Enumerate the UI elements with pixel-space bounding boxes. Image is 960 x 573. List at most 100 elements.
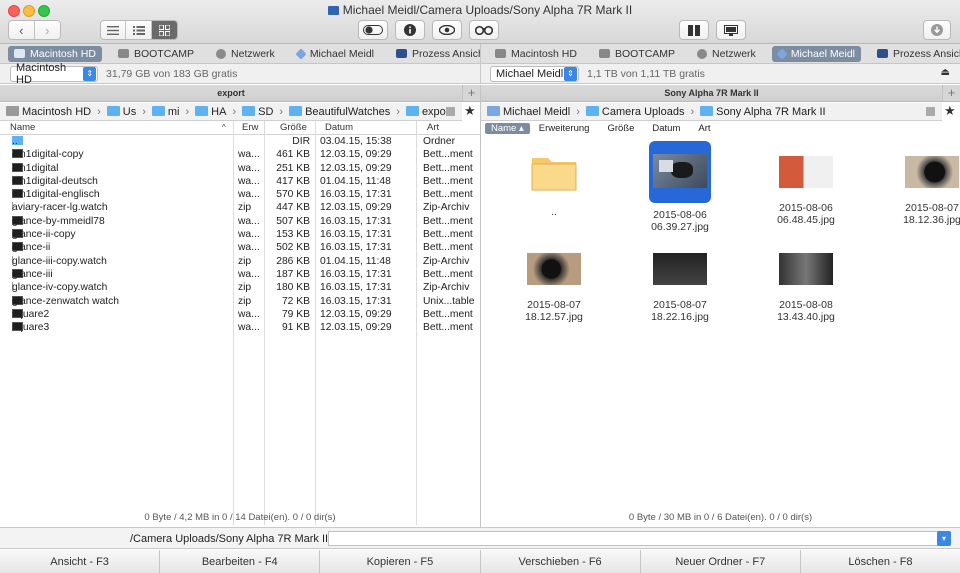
table-row[interactable]: glance-zenwatch watch zip 72 KB 16.03.15, 1…: [0, 295, 480, 309]
thumbnail-item[interactable]: ..: [499, 138, 609, 218]
fkey-button-7[interactable]: Neuer Ordner - F7: [641, 550, 801, 573]
file-name: ..: [12, 136, 18, 147]
drive-select-right[interactable]: Michael Meidl ⇕: [490, 65, 579, 82]
thumbnail-item[interactable]: 2015-08-08 13.43.40.jpg: [751, 235, 861, 323]
table-row[interactable]: square3 wa... 91 KB 12.03.15, 09:29 Bett...m…: [0, 322, 480, 335]
volume-macintosh-hd[interactable]: Macintosh HD: [8, 45, 102, 62]
column-date[interactable]: Datum: [325, 122, 353, 133]
table-row[interactable]: 6in1digital-englisch wa... 570 KB 16.03.15,…: [0, 189, 480, 202]
table-row[interactable]: 4in1digital-copy wa... 461 KB 12.03.15, 09:…: [0, 149, 480, 162]
table-row[interactable]: glance-iii wa... 187 KB 16.03.15, 17:31 Bett…: [0, 268, 480, 282]
fkey-button-3[interactable]: Ansicht - F3: [0, 550, 161, 573]
breadcrumb-item[interactable]: Camera Uploads: [585, 105, 684, 118]
breadcrumb-item[interactable]: Michael Meidl: [487, 105, 570, 118]
info-icon[interactable]: [395, 20, 425, 40]
file-date: 12.03.15, 09:29: [320, 202, 392, 214]
split-icon[interactable]: [679, 20, 709, 40]
drive-select-left[interactable]: Macintosh HD ⇕: [10, 62, 98, 86]
tab-left-label: export: [217, 88, 245, 98]
volume-netzwerk[interactable]: Netzwerk: [691, 46, 762, 62]
grid-icon[interactable]: [151, 21, 177, 39]
tab-right[interactable]: Sony Alpha 7R Mark II: [480, 85, 942, 102]
file-name: square2: [12, 308, 50, 320]
table-row[interactable]: glance-ii-copy wa... 153 KB 16.03.15, 17:31…: [0, 229, 480, 242]
thumbnail-label-date: 2015-08-07: [527, 299, 581, 311]
column-name[interactable]: Name: [10, 122, 35, 133]
table-row[interactable]: aviary-racer-lg.watch zip 447 KB 12.03.15, …: [0, 202, 480, 215]
favorite-star-icon[interactable]: ★: [944, 103, 956, 119]
sort-2[interactable]: Größe: [598, 123, 643, 134]
command-input[interactable]: [328, 531, 938, 546]
toggle-icon[interactable]: [358, 20, 388, 40]
table-row[interactable]: square2 wa... 79 KB 12.03.15, 09:29 Bett...m…: [0, 308, 480, 322]
list-icon[interactable]: [101, 21, 127, 39]
breadcrumb-item[interactable]: HA: [195, 105, 226, 118]
column-ext[interactable]: Erw: [242, 122, 258, 133]
volume-prozess-ansicht[interactable]: Prozess Ansicht: [390, 46, 493, 62]
file-size: 180 KB: [276, 282, 310, 294]
thumbnail-item[interactable]: 2015-08-06 06.39.27.jpg: [625, 138, 735, 233]
volume-bar-right: Macintosh HD BOOTCAMP Netzwerk Michael Meid…: [480, 44, 960, 64]
sort-4[interactable]: Art: [689, 123, 719, 134]
thumbnail-label-date: 2015-08-07: [905, 202, 959, 214]
square-icon[interactable]: [446, 107, 455, 116]
file-kind: Bett...ment: [423, 175, 473, 187]
thumbnail-item[interactable]: 2015-08-07 18.12.57.jpg: [499, 235, 609, 323]
breadcrumb-label: mi: [167, 105, 180, 118]
column-size[interactable]: Größe: [280, 122, 307, 133]
thumbnail-item[interactable]: 2015-08-07 18.22.16.jpg: [625, 235, 735, 323]
breadcrumb-item[interactable]: BeautifulWatches: [289, 105, 390, 118]
fkey-button-6[interactable]: Verschieben - F6: [481, 550, 641, 573]
add-tab-left-button[interactable]: +: [462, 85, 480, 102]
volume-prozess-ansicht[interactable]: Prozess Ansicht: [871, 46, 960, 62]
view-mode-segment: [100, 20, 178, 40]
detail-icon[interactable]: [126, 21, 152, 39]
display-icon[interactable]: [716, 20, 746, 40]
tab-right-label: Sony Alpha 7R Mark II: [664, 88, 759, 98]
table-row[interactable]: 6in1digital-deutsch wa... 417 KB 01.04.15, …: [0, 175, 480, 189]
volume-michael-meidl[interactable]: Michael Meidl: [771, 45, 862, 62]
command-dropdown-icon[interactable]: ▾: [937, 531, 951, 546]
download-icon[interactable]: [923, 20, 951, 40]
forward-icon[interactable]: ›: [34, 21, 60, 39]
breadcrumb-item[interactable]: mi: [151, 105, 180, 118]
column-kind[interactable]: Art: [427, 122, 439, 133]
table-row[interactable]: glance-iv-copy.watch zip 180 KB 16.03.15, 1…: [0, 282, 480, 295]
table-row[interactable]: .. DIR 03.04.15, 15:38 Ordner: [0, 136, 480, 149]
user-icon: [776, 47, 788, 60]
add-tab-right-button[interactable]: +: [942, 85, 960, 102]
table-row[interactable]: glance-iii-copy.watch zip 286 KB 01.04.15, …: [0, 255, 480, 269]
breadcrumb-item[interactable]: SD: [242, 105, 273, 118]
eject-icon[interactable]: ⏏: [941, 67, 950, 78]
eye-icon[interactable]: [432, 20, 462, 40]
table-row[interactable]: 4in1digital wa... 251 KB 12.03.15, 09:29 Bet…: [0, 162, 480, 176]
sort-3[interactable]: Datum: [643, 123, 689, 134]
breadcrumb-item[interactable]: Us: [106, 105, 136, 118]
file-size: 502 KB: [276, 242, 310, 254]
drive-bar-right: Michael Meidl ⇕ 1,1 TB von 1,11 TB grati…: [480, 64, 960, 84]
volume-bootcamp[interactable]: BOOTCAMP: [593, 46, 681, 62]
volume-netzwerk[interactable]: Netzwerk: [210, 46, 281, 62]
sort-1[interactable]: Erweiterung: [530, 123, 599, 134]
favorite-star-icon[interactable]: ★: [464, 103, 476, 119]
file-ext: wa...: [238, 215, 260, 227]
file-date: 16.03.15, 17:31: [320, 282, 392, 294]
fkey-button-5[interactable]: Kopieren - F5: [320, 550, 481, 573]
table-row[interactable]: glance-by-mmeidl78 wa... 507 KB 16.03.15, 1…: [0, 215, 480, 229]
volume-bootcamp[interactable]: BOOTCAMP: [112, 46, 200, 62]
back-icon[interactable]: ‹: [9, 21, 35, 39]
thumbnail-item[interactable]: 2015-08-07 18.12.36.jpg: [877, 138, 960, 226]
tab-left[interactable]: export: [0, 85, 462, 102]
volume-macintosh-hd[interactable]: Macintosh HD: [489, 46, 583, 62]
sort-0[interactable]: Name ▴: [485, 122, 530, 134]
photo-thumbnail: [649, 141, 711, 203]
breadcrumb-item[interactable]: Macintosh HD: [6, 105, 91, 118]
binoculars-icon[interactable]: [469, 20, 499, 40]
table-row[interactable]: glance-ii wa... 502 KB 16.03.15, 17:31 Bett.…: [0, 242, 480, 255]
fkey-button-4[interactable]: Bearbeiten - F4: [160, 550, 321, 573]
volume-michael-meidl[interactable]: Michael Meidl: [291, 46, 380, 62]
breadcrumb-item[interactable]: Sony Alpha 7R Mark II: [700, 105, 826, 118]
thumbnail-item[interactable]: 2015-08-06 06.48.45.jpg: [751, 138, 861, 226]
fkey-button-8[interactable]: Löschen - F8: [801, 550, 960, 573]
square-icon[interactable]: [926, 107, 935, 116]
